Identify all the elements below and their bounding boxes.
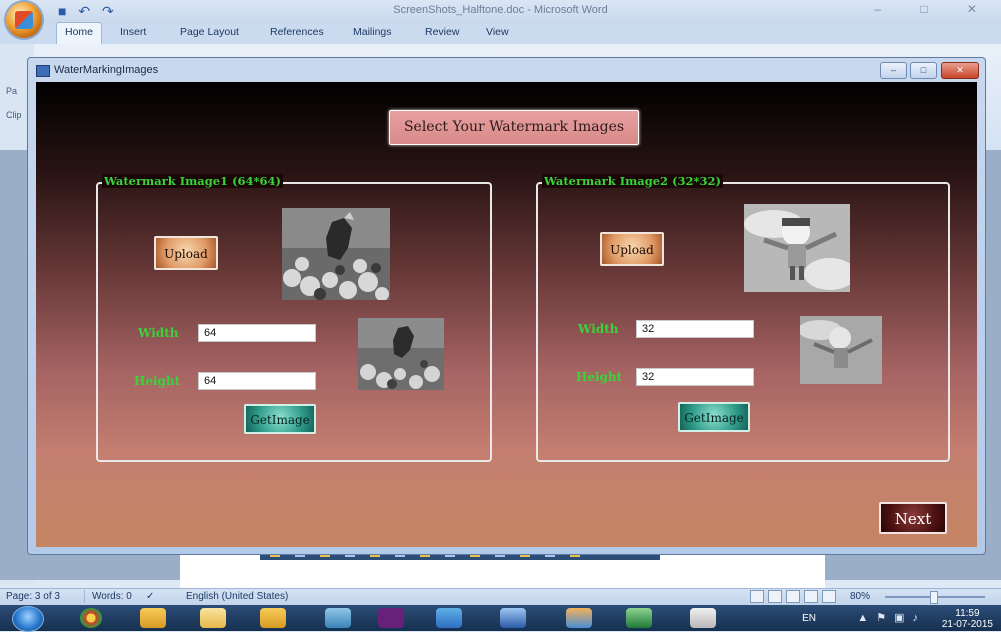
- word-window-title: ScreenShots_Halftone.doc - Microsoft Wor…: [393, 4, 608, 16]
- clock[interactable]: 11:59 21-07-2015: [942, 608, 993, 630]
- group2-title: Watermark Image2 (32*32): [542, 174, 723, 188]
- network-icon[interactable]: [436, 608, 462, 628]
- paint-icon[interactable]: [566, 608, 592, 628]
- tab-insert[interactable]: Insert: [120, 26, 146, 38]
- width1-input[interactable]: [198, 324, 316, 342]
- zoom-level[interactable]: 80%: [850, 591, 870, 602]
- height1-input[interactable]: [198, 372, 316, 390]
- app-client-area: Select Your Watermark Images Watermark I…: [36, 82, 977, 547]
- tab-references[interactable]: References: [270, 26, 324, 38]
- chrome-icon[interactable]: [80, 608, 102, 628]
- app-window-title: WaterMarkingImages: [54, 64, 159, 76]
- web-layout-view-icon[interactable]: [786, 590, 800, 603]
- width2-label: Width: [578, 322, 619, 336]
- start-button[interactable]: [12, 606, 44, 632]
- full-screen-view-icon[interactable]: [768, 590, 782, 603]
- calculator-icon[interactable]: [690, 608, 716, 628]
- folder-icon[interactable]: [260, 608, 286, 628]
- system-tray-icons[interactable]: ▲⚑▣♪: [857, 611, 926, 624]
- word-titlebar: ■ ↶ ↷ ScreenShots_Halftone.doc - Microso…: [0, 0, 1001, 22]
- draft-view-icon[interactable]: [822, 590, 836, 603]
- app-titlebar[interactable]: WaterMarkingImages – □ ✕: [28, 58, 985, 82]
- zoom-slider-thumb[interactable]: [930, 591, 938, 604]
- app-taskbar-icon[interactable]: [325, 608, 351, 628]
- watermark-image1-group: Watermark Image1 (64*64) Upload Width He…: [96, 174, 492, 462]
- clipboard-label: Clip: [6, 110, 22, 120]
- windows-taskbar: EN ▲⚑▣♪ 11:59 21-07-2015: [0, 605, 1001, 632]
- tab-review[interactable]: Review: [425, 26, 459, 38]
- word-window-controls[interactable]: – □ ✕: [874, 2, 995, 16]
- upload-image1-button[interactable]: Upload: [154, 236, 218, 270]
- word-status-bar: Page: 3 of 3 Words: 0 ✓ English (United …: [0, 588, 1001, 605]
- app-window-icon: [36, 65, 50, 77]
- getimage2-button[interactable]: GetImage: [678, 402, 750, 432]
- watermark-image2-group: Watermark Image2 (32*32) Upload Width He: [536, 174, 950, 462]
- tab-mailings[interactable]: Mailings: [353, 26, 392, 38]
- files-icon[interactable]: [200, 608, 226, 628]
- print-layout-view-icon[interactable]: [750, 590, 764, 603]
- tab-page-layout[interactable]: Page Layout: [180, 26, 239, 38]
- word-count[interactable]: Words: 0: [92, 591, 132, 602]
- width2-input[interactable]: [636, 320, 754, 338]
- paste-label[interactable]: Pa: [6, 86, 17, 96]
- group1-title: Watermark Image1 (64*64): [102, 174, 283, 188]
- clock-date: 21-07-2015: [941, 619, 993, 630]
- ribbon-tabs: Home Insert Page Layout References Maili…: [0, 22, 1001, 45]
- watermarking-window: WaterMarkingImages – □ ✕ Select Your Wat…: [27, 57, 986, 555]
- page-count[interactable]: Page: 3 of 3: [6, 591, 60, 602]
- view-buttons: [750, 590, 840, 603]
- height1-label: Height: [134, 374, 181, 388]
- word-icon[interactable]: [500, 608, 526, 628]
- height2-input[interactable]: [636, 368, 754, 386]
- maximize-button[interactable]: □: [910, 62, 937, 79]
- image1-preview: [282, 208, 390, 300]
- image1-watermark-result: [358, 318, 444, 390]
- input-language[interactable]: EN: [802, 613, 816, 624]
- outline-view-icon[interactable]: [804, 590, 818, 603]
- visual-studio-icon[interactable]: [378, 608, 404, 628]
- status-divider: [84, 590, 85, 603]
- getimage1-button[interactable]: GetImage: [244, 404, 316, 434]
- tab-home[interactable]: Home: [56, 22, 103, 44]
- close-button[interactable]: ✕: [941, 62, 979, 79]
- office-button[interactable]: [6, 2, 42, 38]
- clock-time: 11:59: [955, 608, 980, 619]
- image2-watermark-result: [800, 316, 882, 384]
- explorer-folder-icon[interactable]: [140, 608, 166, 628]
- height2-label: Height: [576, 370, 623, 384]
- image2-preview: [744, 204, 850, 292]
- office-logo-icon: [15, 11, 33, 29]
- next-button[interactable]: Next: [879, 502, 947, 534]
- language-indicator[interactable]: English (United States): [186, 591, 288, 602]
- upload-image2-button[interactable]: Upload: [600, 232, 664, 266]
- minimize-button[interactable]: –: [880, 62, 907, 79]
- width1-label: Width: [138, 326, 179, 340]
- tab-view[interactable]: View: [486, 26, 509, 38]
- excel-icon[interactable]: [626, 608, 652, 628]
- select-watermark-heading: Select Your Watermark Images: [389, 110, 639, 145]
- proofing-icon[interactable]: ✓: [146, 591, 154, 602]
